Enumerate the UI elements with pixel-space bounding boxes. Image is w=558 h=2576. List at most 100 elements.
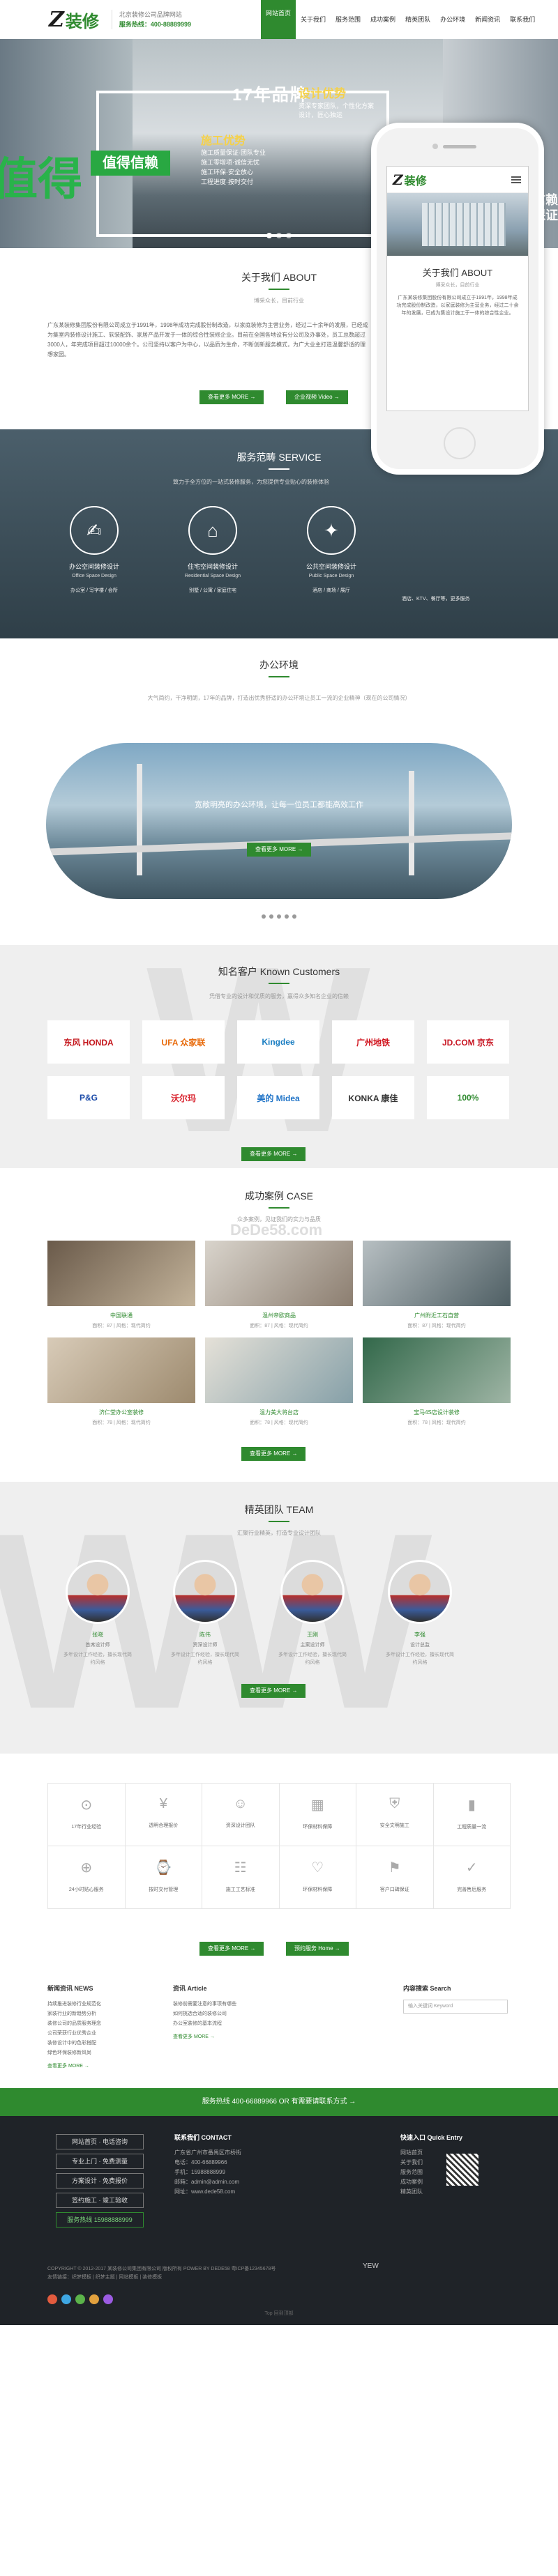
footer-hotline[interactable]: 服务热线 15988888999 <box>56 2212 144 2228</box>
features-booking-button[interactable]: 预约服务 Home → <box>286 1942 349 1956</box>
features-more-button[interactable]: 查看更多 MORE → <box>199 1942 264 1956</box>
client-logo[interactable]: 广州地铁 <box>332 1020 414 1064</box>
phone-mockup: Z 装修 关于我们 ABOUT 博采众长，目前行业 广东某装修集团股份有限公司成… <box>371 123 544 475</box>
case-title[interactable]: 温力美大将台店 <box>205 1409 353 1416</box>
nav-home[interactable]: 网站首页 <box>261 0 296 39</box>
article-item[interactable]: 装修前需要注意的事项有哪些 <box>173 2000 326 2009</box>
team-member[interactable]: 李强 设计总监 多年设计工作经验，擅长现代简约风格 <box>385 1560 455 1666</box>
news-item[interactable]: 绿色环保装修新风尚 <box>47 2048 180 2058</box>
article-item[interactable]: 如何挑选合适的装修公司 <box>173 2009 326 2019</box>
footer-menu-item[interactable]: 专业上门 · 免费测量 <box>56 2154 144 2169</box>
office-more-button[interactable]: 查看更多 MORE → <box>247 843 312 857</box>
case-card[interactable]: 济仁堂办公室装修 面积：78 | 风格：现代简约 <box>47 1337 195 1426</box>
article-item[interactable]: 办公室装修的基本流程 <box>173 2019 326 2029</box>
nav-service[interactable]: 服务范围 <box>331 0 365 39</box>
back-to-top[interactable]: Top 回到顶部 <box>0 2310 558 2317</box>
carousel-dot[interactable] <box>292 914 296 919</box>
qq-icon[interactable] <box>61 2294 71 2304</box>
service-item-en: Public Space Design <box>308 574 354 578</box>
quick-link[interactable]: 精英团队 <box>400 2187 462 2197</box>
carousel-dot[interactable] <box>277 914 281 919</box>
space-icon[interactable] <box>103 2294 113 2304</box>
hotline-bar[interactable]: 服务热线 400-66889966 OR 有需要请联系方式 → <box>0 2088 558 2116</box>
service-item[interactable]: ✍ 办公空间装修设计 Office Space Design 办公室 / 写字楼… <box>63 506 126 595</box>
nav-contact[interactable]: 联系我们 <box>505 0 540 39</box>
client-logo[interactable]: KONKA 康佳 <box>332 1076 414 1119</box>
nav-team[interactable]: 精英团队 <box>400 0 435 39</box>
case-title[interactable]: 宝马4S店设计装修 <box>363 1409 511 1416</box>
case-image[interactable] <box>363 1241 511 1306</box>
news-item[interactable]: 家装行业的新趋势分析 <box>47 2009 180 2019</box>
case-title[interactable]: 温州帝欧商品 <box>205 1312 353 1319</box>
client-logo[interactable]: P&G <box>47 1076 130 1119</box>
footer-menu-item[interactable]: 网站首页 · 电话咨询 <box>56 2134 144 2149</box>
carousel-dot[interactable] <box>285 914 289 919</box>
service-item[interactable]: ✦ 公共空间装修设计 Public Space Design 酒店 / 商场 /… <box>300 506 363 595</box>
about-more-button[interactable]: 查看更多 MORE → <box>199 390 264 404</box>
team-member[interactable]: 王刚 主案设计师 多年设计工作经验，擅长现代简约风格 <box>278 1560 347 1666</box>
share-icon[interactable] <box>89 2294 99 2304</box>
avatar[interactable] <box>173 1560 237 1624</box>
banner-dot[interactable] <box>266 233 272 238</box>
footer-menu-item[interactable]: 方案设计 · 免费报价 <box>56 2173 144 2188</box>
client-logo[interactable]: 东风 HONDA <box>47 1020 130 1064</box>
client-logo[interactable]: UFA 众家联 <box>142 1020 225 1064</box>
clients-more-button[interactable]: 查看更多 MORE → <box>241 1147 306 1161</box>
banner-dot[interactable] <box>276 233 282 238</box>
news-item[interactable]: 装修公司的品质服务理念 <box>47 2019 180 2029</box>
client-logo[interactable]: JD.COM 京东 <box>427 1020 509 1064</box>
logo[interactable]: Z 装修 <box>49 0 99 39</box>
carousel-dot[interactable] <box>262 914 266 919</box>
news-item[interactable]: 公司荣获行业优秀企业 <box>47 2029 180 2039</box>
case-card[interactable]: 广州附近工石自营 面积：87 | 风格：现代简约 <box>363 1241 511 1329</box>
case-title[interactable]: 广州附近工石自营 <box>363 1312 511 1319</box>
client-logo[interactable]: 沃尔玛 <box>142 1076 225 1119</box>
case-title[interactable]: 济仁堂办公室装修 <box>47 1409 195 1416</box>
case-image[interactable] <box>47 1337 195 1403</box>
case-meta: 面积：87 | 风格：现代简约 <box>407 1324 466 1328</box>
case-card[interactable]: 温州帝欧商品 面积：87 | 风格：现代简约 <box>205 1241 353 1329</box>
nav-office[interactable]: 办公环境 <box>435 0 470 39</box>
news-column: 新闻资讯 NEWS 持续推进装修行业规范化 家装行业的新趋势分析 装修公司的品质… <box>47 1984 180 2069</box>
banner-dot[interactable] <box>286 233 292 238</box>
hamburger-menu-icon[interactable] <box>511 176 521 183</box>
case-image[interactable] <box>205 1337 353 1403</box>
feature-cell: ♡ 环保材料保障 <box>279 1846 356 1909</box>
case-image[interactable] <box>363 1337 511 1403</box>
case-card[interactable]: 宝马4S店设计装修 面积：78 | 风格：现代简约 <box>363 1337 511 1426</box>
case-title[interactable]: 中国联通 <box>47 1312 195 1319</box>
case-meta: 面积：78 | 风格：现代简约 <box>92 1420 151 1425</box>
carousel-dot[interactable] <box>269 914 273 919</box>
team-more-button[interactable]: 查看更多 MORE → <box>241 1684 306 1698</box>
friend-links[interactable]: 友情链接：织梦模板 | 织梦主题 | 网站模板 | 装修模板 <box>47 2274 354 2282</box>
client-logo[interactable]: 美的 Midea <box>237 1076 319 1119</box>
qr-code <box>446 2154 478 2186</box>
about-video-button[interactable]: 企业视频 Video → <box>286 390 348 404</box>
team-member[interactable]: 张晓 首席设计师 多年设计工作经验，擅长现代简约风格 <box>63 1560 133 1666</box>
nav-about[interactable]: 关于我们 <box>296 0 331 39</box>
article-more-link[interactable]: 查看更多 MORE → <box>173 2033 326 2040</box>
nav-cases[interactable]: 成功案例 <box>365 0 400 39</box>
search-input[interactable]: 输入关键词 Keyword <box>403 2000 508 2014</box>
case-card[interactable]: 温力美大将台店 面积：78 | 风格：现代简约 <box>205 1337 353 1426</box>
cases-more-button[interactable]: 查看更多 MORE → <box>241 1447 306 1461</box>
footer-menu-item[interactable]: 签约施工 · 竣工验收 <box>56 2193 144 2208</box>
service-item[interactable]: ⌂ 住宅空间装修设计 Residential Space Design 别墅 /… <box>181 506 244 595</box>
team-member[interactable]: 陈伟 资深设计师 多年设计工作经验，擅长现代简约风格 <box>170 1560 240 1666</box>
news-item[interactable]: 持续推进装修行业规范化 <box>47 2000 180 2009</box>
case-image[interactable] <box>47 1241 195 1306</box>
case-card[interactable]: 中国联通 面积：87 | 风格：现代简约 <box>47 1241 195 1329</box>
nav-news[interactable]: 新闻资讯 <box>470 0 505 39</box>
avatar[interactable] <box>280 1560 345 1624</box>
client-logo[interactable]: Kingdee <box>237 1020 319 1064</box>
wechat-icon[interactable] <box>75 2294 85 2304</box>
news-more-link[interactable]: 查看更多 MORE → <box>47 2062 180 2069</box>
client-logos: 东风 HONDA UFA 众家联 Kingdee 广州地铁 JD.COM 京东 … <box>47 1020 511 1119</box>
avatar[interactable] <box>66 1560 130 1624</box>
client-logo[interactable]: 100% <box>427 1076 509 1119</box>
weibo-icon[interactable] <box>47 2294 57 2304</box>
case-image[interactable] <box>205 1241 353 1306</box>
avatar[interactable] <box>388 1560 452 1624</box>
search-title: 内容搜索 Search <box>403 1985 451 1992</box>
news-item[interactable]: 装修设计中的色彩搭配 <box>47 2039 180 2048</box>
